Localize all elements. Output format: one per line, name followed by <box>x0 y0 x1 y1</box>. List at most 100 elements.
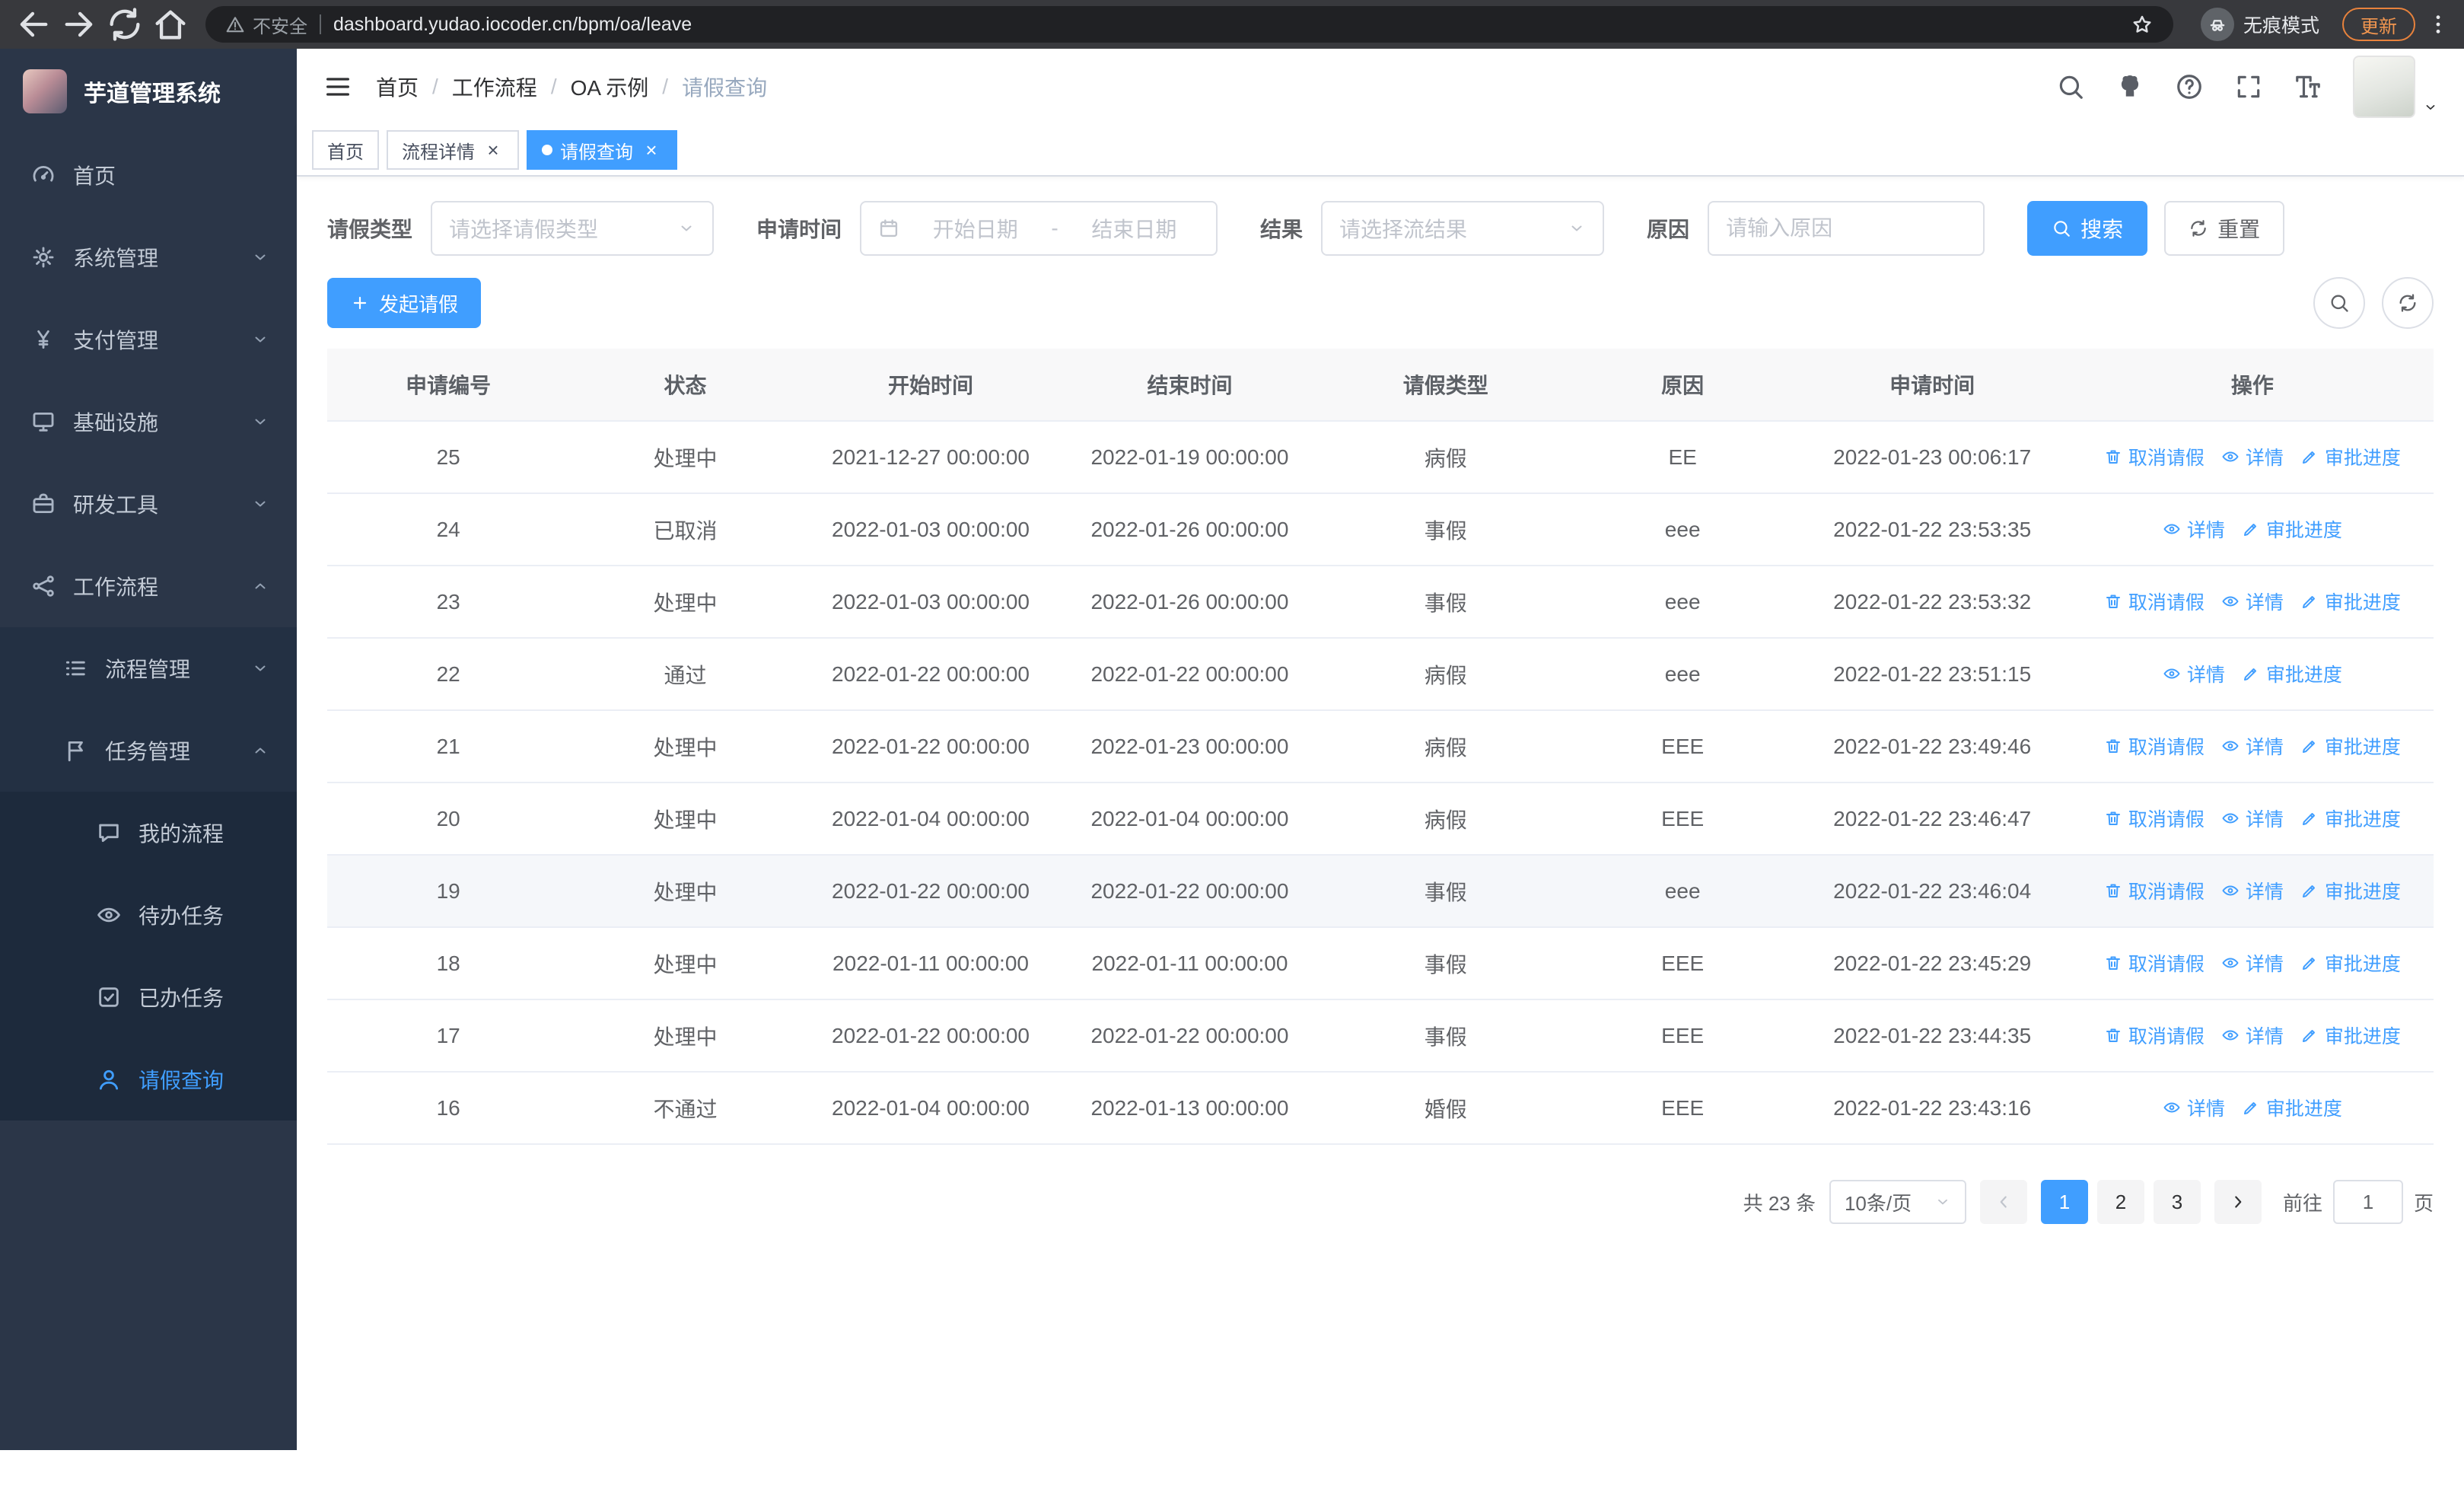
prev-page-button[interactable] <box>1979 1180 2027 1224</box>
leave-type-label: 请假类型 <box>327 218 413 241</box>
fullscreen-icon[interactable] <box>2234 72 2263 101</box>
page-number-button[interactable]: 3 <box>2153 1180 2201 1224</box>
trash-icon <box>2104 448 2122 466</box>
goto-page-input[interactable] <box>2332 1180 2403 1224</box>
tags-view: 首页 流程详情 × 请假查询 × <box>297 125 2464 177</box>
progress-action-link[interactable]: 审批进度 <box>2300 877 2401 904</box>
detail-action-link[interactable]: 详情 <box>2221 443 2284 470</box>
sidebar-item[interactable]: 工作流程 <box>0 545 297 627</box>
detail-action-link[interactable]: 详情 <box>2221 949 2284 977</box>
table-cell: 25 <box>327 421 570 494</box>
create-leave-button[interactable]: 发起请假 <box>327 278 482 328</box>
user-avatar-menu[interactable] <box>2353 56 2438 118</box>
progress-action-link[interactable]: 审批进度 <box>2300 588 2401 615</box>
page-number-button[interactable]: 1 <box>2040 1180 2088 1224</box>
cancel-action-link[interactable]: 取消请假 <box>2104 949 2205 977</box>
breadcrumb-item[interactable]: 首页 <box>376 72 419 102</box>
detail-action-link[interactable]: 详情 <box>2163 660 2225 687</box>
reason-input[interactable] <box>1726 216 1967 241</box>
fontsize-icon[interactable] <box>2294 72 2322 101</box>
progress-action-link[interactable]: 审批进度 <box>2242 515 2342 543</box>
cancel-action-link[interactable]: 取消请假 <box>2104 732 2205 760</box>
sidebar-item[interactable]: 我的流程 <box>0 792 297 874</box>
table-cell: EEE <box>1571 999 1794 1073</box>
refresh-circle-button[interactable] <box>2382 277 2434 329</box>
detail-action-link[interactable]: 详情 <box>2163 1094 2225 1121</box>
search-button[interactable]: 搜索 <box>2027 201 2148 256</box>
sidebar-item[interactable]: 系统管理 <box>0 216 297 298</box>
sidebar-item[interactable]: 流程管理 <box>0 627 297 709</box>
table-mini-tools <box>2313 277 2434 329</box>
github-icon[interactable] <box>2115 72 2144 101</box>
result-select[interactable]: 请选择流结果 <box>1321 201 1605 256</box>
browser-menu-icon[interactable] <box>2426 12 2450 37</box>
close-icon[interactable]: × <box>641 139 662 161</box>
browser-update-button[interactable]: 更新 <box>2342 8 2415 41</box>
detail-action-link[interactable]: 详情 <box>2221 732 2284 760</box>
table-cell: 事假 <box>1319 493 1572 566</box>
progress-action-link[interactable]: 审批进度 <box>2300 443 2401 470</box>
sidebar-item[interactable]: 请假查询 <box>0 1038 297 1120</box>
sidebar-item[interactable]: 研发工具 <box>0 463 297 545</box>
sidebar-item[interactable]: 支付管理 <box>0 298 297 381</box>
sidebar-item-label: 系统管理 <box>73 247 159 270</box>
detail-action-link[interactable]: 详情 <box>2163 515 2225 543</box>
table-cell: 2022-01-22 23:46:04 <box>1793 855 2071 928</box>
sidebar-toggle-icon[interactable] <box>323 72 353 102</box>
action-label: 详情 <box>2245 954 2284 975</box>
search-icon[interactable] <box>2056 72 2085 101</box>
cancel-action-link[interactable]: 取消请假 <box>2104 443 2205 470</box>
main-area: 首页 / 工作流程 / OA 示例 / 请假查询 首页 流程详情 × 请假查询 × 请假类型 请选择… <box>297 49 2464 1450</box>
incognito-badge: 无痕模式 <box>2200 8 2319 41</box>
cancel-action-link[interactable]: 取消请假 <box>2104 588 2205 615</box>
tab[interactable]: 流程详情 × <box>387 130 519 170</box>
browser-home-icon[interactable] <box>151 5 190 44</box>
trash-icon <box>2104 954 2122 972</box>
action-label: 取消请假 <box>2128 1026 2205 1047</box>
progress-action-link[interactable]: 审批进度 <box>2300 805 2401 832</box>
detail-action-link[interactable]: 详情 <box>2221 877 2284 904</box>
progress-action-link[interactable]: 审批进度 <box>2300 732 2401 760</box>
cancel-action-link[interactable]: 取消请假 <box>2104 805 2205 832</box>
sidebar-item[interactable]: 基础设施 <box>0 381 297 463</box>
close-icon[interactable]: × <box>482 139 504 161</box>
tab[interactable]: 首页 <box>312 130 379 170</box>
progress-action-link[interactable]: 审批进度 <box>2300 949 2401 977</box>
search-circle-button[interactable] <box>2313 277 2365 329</box>
progress-action-link[interactable]: 审批进度 <box>2242 660 2342 687</box>
sidebar-logo[interactable]: 芋道管理系统 <box>0 49 297 134</box>
cancel-action-link[interactable]: 取消请假 <box>2104 1022 2205 1049</box>
page-number-button[interactable]: 2 <box>2096 1180 2144 1224</box>
table-cell-actions: 取消请假 详情 审批进度 <box>2071 783 2434 856</box>
sidebar-item-label: 研发工具 <box>73 493 159 517</box>
table-cell: EE <box>1571 421 1794 494</box>
calendar-icon <box>878 218 899 239</box>
reset-button[interactable]: 重置 <box>2164 201 2285 256</box>
detail-action-link[interactable]: 详情 <box>2221 805 2284 832</box>
sidebar-item[interactable]: 已办任务 <box>0 956 297 1038</box>
date-range-picker[interactable]: 开始日期 - 结束日期 <box>860 201 1218 256</box>
cancel-action-link[interactable]: 取消请假 <box>2104 877 2205 904</box>
page-size-select[interactable]: 10条/页 <box>1829 1180 1966 1224</box>
sidebar-item[interactable]: 首页 <box>0 134 297 216</box>
reset-button-label: 重置 <box>2217 218 2261 241</box>
detail-action-link[interactable]: 详情 <box>2221 588 2284 615</box>
next-page-button[interactable] <box>2214 1180 2262 1224</box>
browser-back-icon[interactable] <box>14 5 53 44</box>
browser-refresh-icon[interactable] <box>105 5 145 44</box>
detail-action-link[interactable]: 详情 <box>2221 1022 2284 1049</box>
progress-action-link[interactable]: 审批进度 <box>2300 1022 2401 1049</box>
bookmark-star-icon[interactable] <box>2131 13 2154 36</box>
question-icon[interactable] <box>2175 72 2204 101</box>
breadcrumb-item[interactable]: OA 示例 <box>571 72 649 102</box>
breadcrumb-item[interactable]: 工作流程 <box>452 72 537 102</box>
browser-forward-icon[interactable] <box>59 5 99 44</box>
leave-type-select[interactable]: 请选择请假类型 <box>431 201 715 256</box>
progress-action-link[interactable]: 审批进度 <box>2242 1094 2342 1121</box>
start-date-placeholder: 开始日期 <box>932 218 1018 241</box>
sidebar-item[interactable]: 任务管理 <box>0 709 297 792</box>
address-bar[interactable]: 不安全 dashboard.yudao.iocoder.cn/bpm/oa/le… <box>205 6 2173 43</box>
security-warning[interactable]: 不安全 <box>225 11 307 38</box>
tab[interactable]: 请假查询 × <box>527 130 677 170</box>
sidebar-item[interactable]: 待办任务 <box>0 874 297 956</box>
